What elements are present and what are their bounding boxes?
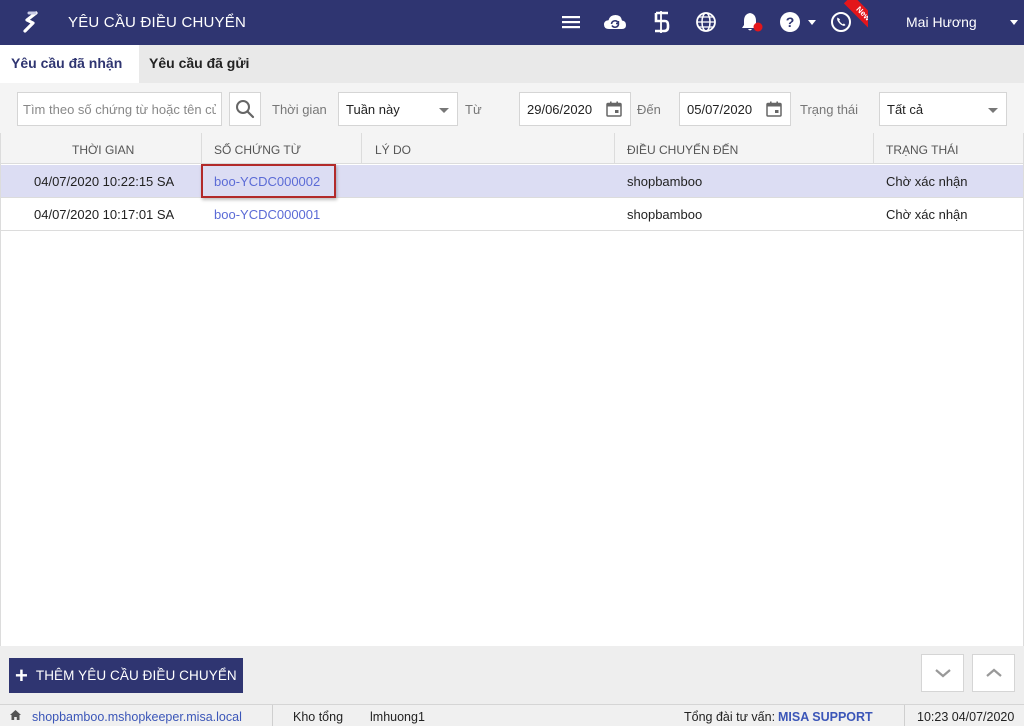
scroll-up-button[interactable] — [972, 654, 1015, 692]
user-name[interactable]: Mai Hương — [906, 14, 977, 30]
status-select-value: Tất cả — [887, 102, 924, 117]
to-date-field[interactable]: 05/07/2020 — [679, 92, 791, 126]
time-select-value: Tuần này — [346, 102, 400, 117]
help-icon[interactable]: ? — [779, 10, 803, 34]
column-divider — [201, 133, 202, 164]
notification-bell-icon[interactable] — [740, 10, 764, 34]
scroll-down-button[interactable] — [921, 654, 964, 692]
from-label: Từ — [465, 102, 482, 117]
app-logo-icon[interactable] — [18, 9, 44, 35]
status-divider — [272, 705, 273, 726]
column-divider — [614, 133, 615, 164]
dollar-sign-icon[interactable] — [649, 10, 673, 34]
plus-icon: + — [15, 662, 28, 688]
menu-icon[interactable] — [559, 10, 583, 34]
search-box — [17, 92, 222, 126]
search-button[interactable] — [229, 92, 261, 126]
highlight-box — [201, 164, 336, 198]
column-header-transfer-to[interactable]: ĐIỀU CHUYỂN ĐẾN — [627, 143, 738, 157]
status-bar: shopbamboo.mshopkeeper.misa.local Kho tổ… — [0, 704, 1024, 726]
column-header-doc-no[interactable]: SỐ CHỨNG TỪ — [214, 143, 301, 157]
column-divider — [361, 133, 362, 164]
add-transfer-request-label: THÊM YÊU CẦU ĐIỀU CHUYỂN — [35, 668, 237, 683]
time-select[interactable]: Tuần này — [338, 92, 458, 126]
table-row[interactable]: 04/07/2020 10:22:15 SA boo-YCDC000002 sh… — [1, 164, 1023, 198]
cell-transfer-to: shopbamboo — [627, 207, 703, 222]
home-icon[interactable] — [9, 709, 22, 721]
column-divider — [873, 133, 874, 164]
action-bar: + THÊM YÊU CẦU ĐIỀU CHUYỂN — [0, 646, 1024, 704]
transfer-request-table: THỜI GIAN SỐ CHỨNG TỪ LÝ DO ĐIỀU CHUYỂN … — [0, 133, 1024, 646]
tab-received-requests[interactable]: Yêu cầu đã nhận — [0, 45, 139, 83]
search-input[interactable] — [18, 93, 221, 125]
status-divider — [904, 705, 905, 726]
login-username: lmhuong1 — [370, 710, 425, 724]
add-transfer-request-button[interactable]: + THÊM YÊU CẦU ĐIỀU CHUYỂN — [9, 658, 243, 693]
cell-time: 04/07/2020 10:17:01 SA — [34, 207, 175, 222]
help-caret-icon[interactable] — [808, 20, 816, 25]
page-title: YÊU CẦU ĐIỀU CHUYỂN — [68, 14, 246, 31]
from-date-value: 29/06/2020 — [527, 102, 593, 117]
chevron-down-icon — [934, 669, 951, 678]
column-header-status[interactable]: TRẠNG THÁI — [886, 143, 958, 157]
time-select-caret-icon — [439, 108, 449, 113]
from-calendar-icon[interactable] — [606, 101, 622, 117]
cloud-sync-icon[interactable] — [603, 10, 627, 34]
hotline-link[interactable]: MISA SUPPORT — [778, 710, 873, 724]
status-select-caret-icon — [988, 108, 998, 113]
app-window: YÊU CẦU ĐIỀU CHUYỂN ? New Mai Hương Yêu … — [0, 0, 1024, 726]
globe-icon[interactable] — [694, 10, 718, 34]
cell-doc-no-link[interactable]: boo-YCDC000001 — [214, 207, 320, 222]
to-label: Đến — [637, 102, 661, 117]
table-row[interactable]: 04/07/2020 10:17:01 SA boo-YCDC000001 sh… — [1, 198, 1023, 231]
top-bar: YÊU CẦU ĐIỀU CHUYỂN ? New Mai Hương — [0, 0, 1024, 45]
new-badge: New — [838, 0, 868, 30]
to-calendar-icon[interactable] — [766, 101, 782, 117]
table-header: THỜI GIAN SỐ CHỨNG TỪ LÝ DO ĐIỀU CHUYỂN … — [1, 133, 1023, 164]
time-label: Thời gian — [272, 102, 327, 117]
tab-sent-requests[interactable]: Yêu cầu đã gửi — [138, 45, 264, 83]
search-icon — [236, 100, 255, 119]
user-menu-caret-icon[interactable] — [1010, 20, 1018, 25]
from-date-field[interactable]: 29/06/2020 — [519, 92, 631, 126]
store-domain-link[interactable]: shopbamboo.mshopkeeper.misa.local — [32, 710, 242, 724]
column-header-time[interactable]: THỜI GIAN — [72, 143, 134, 157]
current-datetime: 10:23 04/07/2020 — [917, 710, 1015, 724]
status-select[interactable]: Tất cả — [879, 92, 1007, 126]
cell-transfer-to: shopbamboo — [627, 174, 703, 189]
hotline-label: Tổng đài tư vấn: — [684, 710, 776, 724]
filter-bar: Thời gian Tuần này Từ 29/06/2020 Đến 05/… — [0, 83, 1024, 133]
status-label: Trạng thái — [800, 102, 859, 117]
column-header-reason[interactable]: LÝ DO — [375, 143, 411, 157]
warehouse-name: Kho tổng — [293, 710, 344, 724]
to-date-value: 05/07/2020 — [687, 102, 753, 117]
svg-text:?: ? — [786, 14, 795, 30]
cell-time: 04/07/2020 10:22:15 SA — [34, 174, 175, 189]
cell-status: Chờ xác nhận — [886, 174, 968, 189]
new-badge-label: New — [843, 0, 868, 30]
chevron-up-icon — [985, 668, 1002, 677]
tab-bar: Yêu cầu đã nhận Yêu cầu đã gửi — [0, 45, 1024, 83]
cell-status: Chờ xác nhận — [886, 207, 968, 222]
